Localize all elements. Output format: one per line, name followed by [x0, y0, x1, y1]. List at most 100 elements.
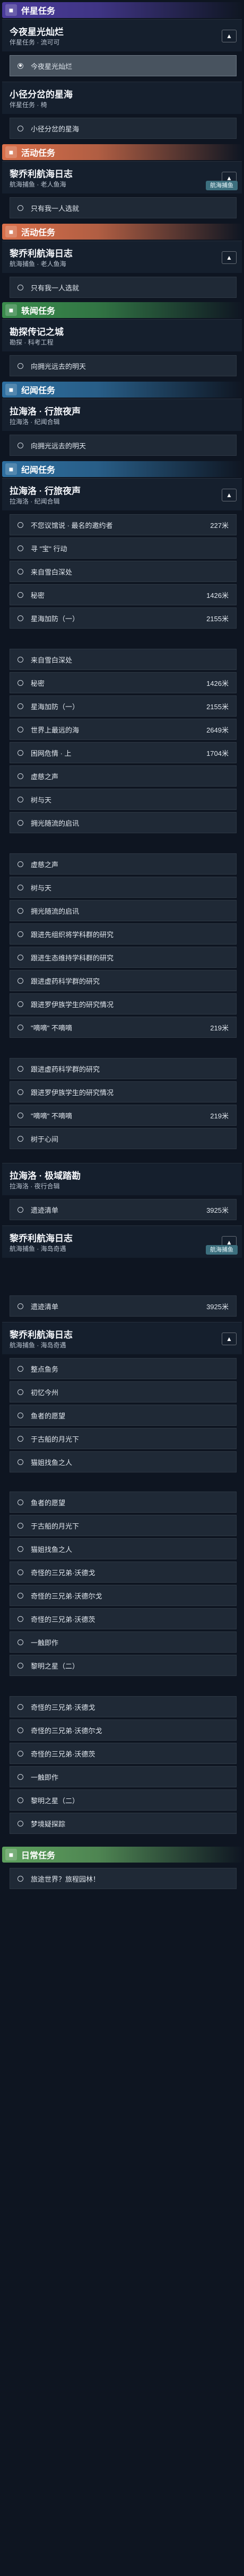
radio-icon	[18, 1820, 23, 1827]
quest-step[interactable]: 于古船的月光下	[10, 1515, 237, 1536]
radio-icon	[18, 1089, 23, 1095]
quest-step[interactable]: "嘀嘀" 不嘀嘀 219米	[10, 1017, 237, 1038]
quest-step[interactable]: 鱼者的愿望	[10, 1405, 237, 1426]
radio-icon	[18, 1592, 23, 1599]
quest-card[interactable]: 拉海洛 · 极域踏勘 拉海洛 · 夜行合辑	[2, 1163, 242, 1195]
collapse-button[interactable]: ▲	[222, 489, 237, 501]
quest-step[interactable]: 树与天	[10, 789, 237, 810]
quest-step-label: 星海加防（一）	[31, 614, 80, 623]
quest-card[interactable]: 拉海洛 · 行旅夜声 拉海洛 · 纪闻合辑 ▲	[2, 478, 242, 510]
quest-step[interactable]: 奇怪的三兄弟·沃德茨	[10, 1743, 237, 1764]
radio-icon	[18, 749, 23, 756]
quest-step-label: 鱼者的愿望	[31, 1411, 66, 1420]
quest-step-label: 于古船的月光下	[31, 1435, 80, 1443]
quest-step[interactable]: 来自雪白深处	[10, 649, 237, 670]
radio-icon	[18, 1499, 23, 1505]
quest-step[interactable]: 星海加防（一） 2155米	[10, 607, 237, 629]
quest-card[interactable]: 今夜星光灿烂 伴星任务 · 流可可 ▲	[2, 19, 242, 51]
quest-card[interactable]: 拉海洛 · 行旅夜声 拉海洛 · 纪闻合辑	[2, 399, 242, 431]
radio-icon	[18, 1112, 23, 1118]
quest-step-label: 一触即作	[31, 1773, 59, 1781]
quest-step[interactable]: 一触即作	[10, 1766, 237, 1787]
quest-step[interactable]: 黎明之星（二）	[10, 1789, 237, 1811]
radio-icon	[18, 1412, 23, 1418]
quest-card[interactable]: 小径分岔的星海 伴星任务 · 椅	[2, 82, 242, 114]
quest-step[interactable]: 跟进罗伊族学生的研究情况	[10, 993, 237, 1014]
quest-card[interactable]: 黎乔利航海日志 航海捕鱼 · 海岛奇遇 ▲ 航海捕鱼	[2, 1225, 242, 1258]
quest-step[interactable]: 世界上最远的海 2649米	[10, 719, 237, 740]
quest-step-label: 遗迹清单	[31, 1302, 59, 1311]
radio-icon	[18, 1797, 23, 1803]
category-header-daily: ■ 日常任务	[2, 1847, 242, 1863]
quest-card[interactable]: 勘探传记之城 勘探 · 科考工程	[2, 319, 242, 351]
quest-step[interactable]: 黎明之星（二）	[10, 1655, 237, 1676]
quest-step[interactable]: 遗迹清单 3925米	[10, 1295, 237, 1317]
quest-step[interactable]: 猫姐找鱼之人	[10, 1451, 237, 1472]
quest-card[interactable]: 黎乔利航海日志 航海捕鱼 · 老人鱼海 ▲ 航海捕鱼	[2, 161, 242, 193]
quest-step-label: 来自雪白深处	[31, 656, 73, 664]
collapse-button[interactable]: ▲	[222, 251, 237, 264]
quest-step[interactable]: 拥光随流的启讯	[10, 812, 237, 833]
quest-step-label: 一触即作	[31, 1638, 59, 1647]
quest-step[interactable]: 遗迹清单 3925米	[10, 1199, 237, 1220]
quest-step[interactable]: 星海加防（一） 2155米	[10, 695, 237, 717]
quest-step-label: 今夜星光灿烂	[31, 62, 73, 70]
quest-step[interactable]: 奇怪的三兄弟·沃德尔戈	[10, 1719, 237, 1741]
quest-step[interactable]: 奇怪的三兄弟·沃德尔戈	[10, 1585, 237, 1606]
quest-title: 勘探传记之城	[10, 327, 64, 337]
quest-step[interactable]: 树于心间	[10, 1128, 237, 1149]
chevron-up-icon: ▲	[226, 254, 232, 261]
quest-step[interactable]: 鱼者的愿望	[10, 1492, 237, 1513]
quest-step[interactable]: 不您议馆说 · 最名的邀约者 227米	[10, 514, 237, 535]
quest-step[interactable]: 秘密 1426米	[10, 672, 237, 693]
collapse-button[interactable]: ▲	[222, 1333, 237, 1345]
chevron-up-icon: ▲	[226, 32, 232, 40]
quest-step[interactable]: 小径分岔的星海	[10, 118, 237, 139]
radio-icon	[18, 1206, 23, 1213]
distance-label: 2649米	[206, 726, 229, 734]
quest-step[interactable]: 寻 "宝" 行动	[10, 537, 237, 559]
quest-step[interactable]: 秘密 1426米	[10, 584, 237, 605]
quest-step[interactable]: 向拥光远去的明天	[10, 355, 237, 376]
collapse-button[interactable]: ▲	[222, 30, 237, 42]
quest-step[interactable]: 梦境疑探踪	[10, 1813, 237, 1834]
quest-card[interactable]: 黎乔利航海日志 航海捕鱼 · 老人鱼海 ▲	[2, 241, 242, 273]
anecdote-icon: ■	[5, 304, 17, 316]
category-header-travel: ■ 纪闻任务	[2, 382, 242, 398]
quest-card[interactable]: 黎乔利航海日志 航海捕鱼 · 海岛奇遇 ▲	[2, 1322, 242, 1354]
quest-step[interactable]: 只有我一人选就	[10, 277, 237, 298]
quest-step[interactable]: 跟进生态维持学科群的研究	[10, 947, 237, 968]
quest-step-label: 跟进罗伊族学生的研究情况	[31, 1088, 114, 1097]
quest-step[interactable]: 跟进虚药科学群的研究	[10, 1058, 237, 1079]
quest-step[interactable]: 树与天	[10, 877, 237, 898]
quest-step[interactable]: 猫姐找鱼之人	[10, 1538, 237, 1559]
quest-step[interactable]: 只有我一人选就	[10, 197, 237, 218]
quest-step[interactable]: 跟进先组织将学科群的研究	[10, 923, 237, 945]
quest-step[interactable]: 奇怪的三兄弟·沃德茨	[10, 1608, 237, 1629]
quest-step[interactable]: 于古船的月光下	[10, 1428, 237, 1449]
quest-step[interactable]: 拥光随流的启讯	[10, 900, 237, 921]
quest-step[interactable]: 旅途世界？旅程园林！	[10, 1868, 237, 1889]
quest-step[interactable]: 奇怪的三兄弟·沃德戈	[10, 1696, 237, 1717]
quest-step[interactable]: 向拥光远去的明天	[10, 435, 237, 456]
quest-step[interactable]: 来自雪白深处	[10, 561, 237, 582]
distance-label: 1426米	[206, 591, 229, 599]
quest-step[interactable]: 奇怪的三兄弟·沃德戈	[10, 1562, 237, 1583]
quest-step[interactable]: 跟进罗伊族学生的研究情况	[10, 1081, 237, 1102]
quest-step[interactable]: 初忆今州	[10, 1381, 237, 1402]
quest-title: 拉海洛 · 极域踏勘	[10, 1171, 81, 1181]
quest-step[interactable]: 今夜星光灿烂	[10, 55, 237, 76]
radio-icon	[18, 1616, 23, 1622]
quest-step[interactable]: 一触即作	[10, 1631, 237, 1653]
radio-icon	[18, 1727, 23, 1733]
radio-icon	[18, 1639, 23, 1645]
radio-icon	[18, 796, 23, 802]
quest-step[interactable]: "嘀嘀" 不嘀嘀 219米	[10, 1105, 237, 1126]
category-title: 活动任务	[21, 228, 56, 237]
quest-step[interactable]: 困网危情 · 上 1704米	[10, 742, 237, 763]
quest-step[interactable]: 跟进虚药科学群的研究	[10, 970, 237, 991]
quest-step-label: 奇怪的三兄弟·沃德戈	[31, 1568, 95, 1577]
quest-step[interactable]: 整点鱼务	[10, 1358, 237, 1379]
quest-step[interactable]: 虚慈之声	[10, 853, 237, 875]
quest-step[interactable]: 虚慈之声	[10, 765, 237, 787]
